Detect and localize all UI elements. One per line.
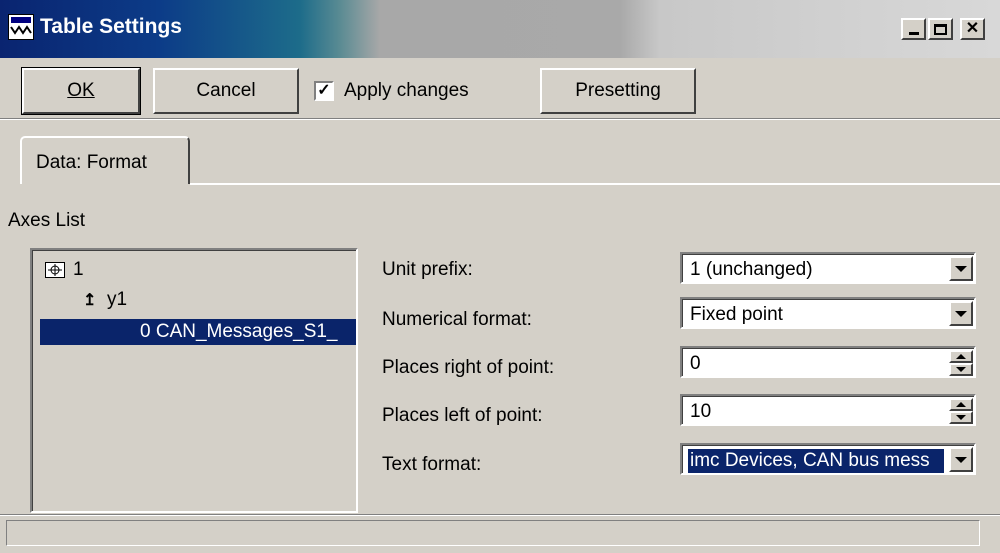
toolbar-divider-highlight (0, 119, 1000, 120)
tab-strip-line (190, 183, 1000, 185)
text-format-dropdown-button[interactable] (949, 447, 973, 472)
axis-grid-icon (45, 262, 65, 278)
maximize-button[interactable] (928, 18, 953, 40)
places-right-decrement[interactable] (949, 363, 973, 376)
tree-node-label: 1 (73, 259, 84, 280)
maximize-icon (934, 23, 947, 35)
tree-node-label: 0 CAN_Messages_S1_ (140, 321, 338, 342)
places-right-spinner[interactable]: 0 (680, 346, 976, 378)
chevron-down-icon (955, 456, 967, 463)
y-axis-icon: ↥ (83, 292, 97, 309)
text-format-label: Text format: (382, 454, 482, 475)
arrow-up-icon (956, 354, 966, 359)
numerical-format-dropdown-button[interactable] (949, 301, 973, 326)
text-format-select[interactable]: imc Devices, CAN bus mess (680, 443, 976, 475)
minimize-button[interactable] (901, 18, 926, 40)
ok-label: OK (67, 80, 95, 101)
cancel-button[interactable]: Cancel (153, 68, 299, 114)
places-right-value: 0 (690, 353, 701, 374)
window-title: Table Settings (40, 15, 182, 38)
places-right-label: Places right of point: (382, 357, 555, 378)
apply-changes-checkbox[interactable]: ✓ Apply changes (314, 79, 469, 103)
apply-changes-label: Apply changes (344, 80, 469, 101)
places-right-increment[interactable] (949, 350, 973, 363)
tree-node-channel[interactable]: 0 CAN_Messages_S1_ (40, 319, 356, 345)
places-left-increment[interactable] (949, 398, 973, 411)
close-icon: ✕ (965, 20, 980, 37)
checkbox-box[interactable]: ✓ (314, 81, 334, 101)
close-button[interactable]: ✕ (960, 18, 985, 40)
unit-prefix-value: 1 (unchanged) (690, 259, 813, 280)
numerical-format-value: Fixed point (690, 304, 783, 325)
arrow-down-icon (956, 367, 966, 372)
text-format-value: imc Devices, CAN bus mess (688, 449, 944, 473)
title-bar[interactable]: Table Settings ✕ (0, 0, 1000, 58)
tree-node-label: y1 (107, 289, 128, 310)
numerical-format-label: Numerical format: (382, 309, 532, 330)
unit-prefix-select[interactable]: 1 (unchanged) (680, 252, 976, 284)
axes-tree[interactable]: 1 ↥ y1 0 CAN_Messages_S1_ (30, 248, 358, 513)
presetting-button[interactable]: Presetting (540, 68, 696, 114)
tree-node-axis-1[interactable]: 1 (45, 257, 84, 283)
arrow-down-icon (956, 415, 966, 420)
numerical-format-select[interactable]: Fixed point (680, 297, 976, 329)
minimize-icon (908, 32, 919, 35)
unit-prefix-label: Unit prefix: (382, 259, 473, 280)
arrow-up-icon (956, 402, 966, 407)
places-left-decrement[interactable] (949, 411, 973, 424)
chevron-down-icon (955, 265, 967, 272)
axes-list-label: Axes List (8, 210, 86, 231)
places-left-value: 10 (690, 401, 712, 422)
chevron-down-icon (955, 310, 967, 317)
table-settings-icon (8, 14, 34, 40)
unit-prefix-dropdown-button[interactable] (949, 256, 973, 281)
presetting-label: Presetting (575, 80, 661, 101)
tree-node-y1[interactable]: ↥ y1 (83, 287, 127, 313)
tab-data-format[interactable]: Data: Format (20, 136, 190, 184)
status-divider-highlight (0, 515, 1000, 516)
tab-label: Data: Format (36, 152, 147, 173)
checkmark-icon: ✓ (317, 82, 331, 99)
ok-button[interactable]: OK (21, 67, 141, 115)
places-left-label: Places left of point: (382, 405, 543, 426)
status-bar (6, 520, 980, 546)
cancel-label: Cancel (196, 80, 256, 101)
places-left-spinner[interactable]: 10 (680, 394, 976, 426)
